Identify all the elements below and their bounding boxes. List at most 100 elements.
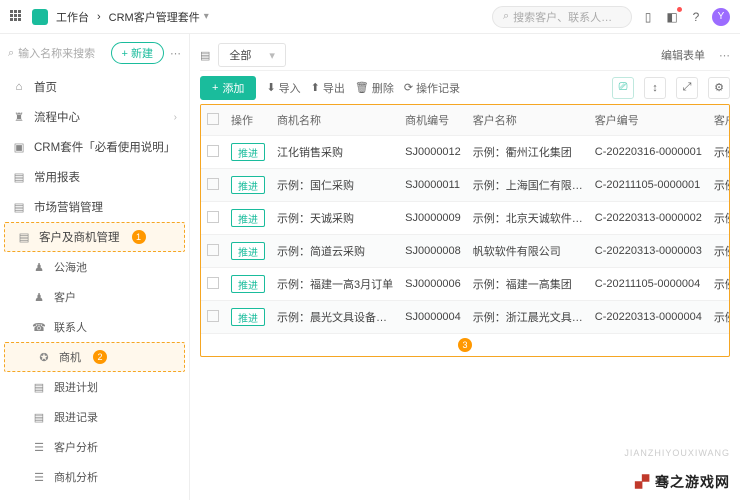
step-badge: 2: [93, 350, 107, 364]
nav-icon: ⌂: [12, 81, 26, 93]
chevron-down-icon: ▾: [269, 49, 275, 62]
cell-contact[interactable]: 示例：王立: [708, 235, 730, 268]
cell-code: SJ0000011: [399, 169, 467, 202]
cell-name[interactable]: 示例：福建一高3月订单: [271, 268, 399, 301]
cell-contact[interactable]: 示例：赵仁民: [708, 136, 730, 169]
import-button[interactable]: ⬇导入: [266, 80, 300, 96]
column-header[interactable]: 客户名称: [467, 105, 589, 136]
workspace-label[interactable]: 工作台: [56, 9, 89, 25]
global-search-input[interactable]: ⌕ 搜索客户、联系人…: [492, 6, 632, 28]
nav-icon: ♟: [32, 291, 46, 304]
chevron-down-icon[interactable]: ▾: [204, 11, 209, 22]
new-button[interactable]: + 新建: [111, 42, 164, 64]
sidebar-item[interactable]: ▤客户及商机管理1: [4, 222, 185, 252]
column-header[interactable]: [201, 105, 225, 136]
push-button[interactable]: 推进: [231, 143, 265, 161]
push-button[interactable]: 推进: [231, 275, 265, 293]
cell-name[interactable]: 江化销售采购: [271, 136, 399, 169]
nav-label: 客户分析: [54, 439, 98, 455]
cell-customer[interactable]: 示例：浙江晨光文具…: [467, 301, 589, 334]
sidebar-item[interactable]: ✪商机2: [4, 342, 185, 372]
table-row: 推进 示例：晨光文具设备… SJ0000004 示例：浙江晨光文具… C-202…: [201, 301, 730, 334]
sidebar-item[interactable]: ▤跟进计划: [0, 372, 189, 402]
view-selector[interactable]: 全部 ▾: [218, 43, 286, 67]
sidebar-item[interactable]: ▤产品报价管理: [0, 492, 189, 500]
bell-icon[interactable]: ◧: [664, 9, 680, 25]
sidebar-item[interactable]: ⌂ 首页: [0, 72, 189, 102]
settings-icon[interactable]: ⚙: [708, 77, 730, 99]
book-icon[interactable]: ▯: [640, 9, 656, 25]
avatar[interactable]: Y: [712, 8, 730, 26]
delete-button[interactable]: 🗑删除: [355, 80, 394, 96]
cell-name[interactable]: 示例：晨光文具设备…: [271, 301, 399, 334]
cell-customer[interactable]: 帆软软件有限公司: [467, 235, 589, 268]
column-header[interactable]: 客户联系人: [708, 105, 730, 136]
row-checkbox[interactable]: [207, 310, 219, 322]
column-header[interactable]: 商机名称: [271, 105, 399, 136]
cell-contact[interactable]: 示例：王倩: [708, 169, 730, 202]
column-header[interactable]: 客户编号: [589, 105, 708, 136]
push-button[interactable]: 推进: [231, 242, 265, 260]
cell-customer-code: C-20220313-0000002: [589, 202, 708, 235]
column-header[interactable]: 操作: [225, 105, 271, 136]
sidebar-item[interactable]: ♟ 客户: [0, 282, 189, 312]
row-checkbox[interactable]: [207, 145, 219, 157]
download-icon: ⬇: [266, 81, 275, 94]
more-icon[interactable]: ⋯: [719, 49, 730, 62]
expand-icon[interactable]: ⤢: [676, 77, 698, 99]
help-icon[interactable]: ?: [688, 9, 704, 25]
upload-icon: ⬆: [311, 81, 320, 94]
filter-icon[interactable]: ⎚: [612, 77, 634, 99]
app-name[interactable]: CRM客户管理套件: [109, 9, 200, 25]
cell-customer-code: C-20211105-0000001: [589, 169, 708, 202]
column-header[interactable]: 商机编号: [399, 105, 467, 136]
cell-customer[interactable]: 示例：衢州江化集团: [467, 136, 589, 169]
more-icon[interactable]: ⋯: [170, 47, 181, 60]
push-button[interactable]: 推进: [231, 209, 265, 227]
nav-label: 首页: [34, 79, 57, 95]
list-icon[interactable]: ▤: [200, 49, 210, 62]
checkbox-all[interactable]: [207, 113, 219, 125]
apps-icon[interactable]: [10, 10, 24, 24]
row-checkbox[interactable]: [207, 277, 219, 289]
sidebar-item[interactable]: ▤常用报表: [0, 162, 189, 192]
clock-icon: ⟳: [404, 81, 413, 94]
row-checkbox[interactable]: [207, 211, 219, 223]
sidebar-item[interactable]: ▤跟进记录: [0, 402, 189, 432]
sidebar-item[interactable]: ☰客户分析: [0, 432, 189, 462]
cell-name[interactable]: 示例：国仁采购: [271, 169, 399, 202]
nav-label: 客户: [54, 289, 76, 305]
cell-name[interactable]: 示例：天诚采购: [271, 202, 399, 235]
add-button[interactable]: +添加: [200, 76, 256, 100]
sidebar-search-input[interactable]: ⌕ 输入名称来搜索: [8, 42, 105, 64]
sidebar-item[interactable]: ▤市场营销管理: [0, 192, 189, 222]
cell-contact[interactable]: 示例：李清海: [708, 202, 730, 235]
push-button[interactable]: 推进: [231, 308, 265, 326]
cell-code: SJ0000009: [399, 202, 467, 235]
cell-customer[interactable]: 示例：上海国仁有限…: [467, 169, 589, 202]
sidebar-item[interactable]: ♜流程中心›: [0, 102, 189, 132]
sidebar-item[interactable]: ☎ 联系人: [0, 312, 189, 342]
history-button[interactable]: ⟳操作记录: [404, 80, 460, 96]
nav-icon: ☎: [32, 321, 46, 334]
cell-contact[interactable]: 示例：王宁: [708, 268, 730, 301]
sidebar-item[interactable]: ▣CRM套件「必看使用说明」: [0, 132, 189, 162]
row-checkbox[interactable]: [207, 178, 219, 190]
cell-name[interactable]: 示例：简道云采购: [271, 235, 399, 268]
search-icon: ⌕: [8, 47, 14, 60]
nav-icon: ▤: [17, 230, 31, 244]
nav-label: 商机: [59, 349, 81, 365]
sidebar-search-placeholder: 输入名称来搜索: [18, 45, 95, 61]
cell-contact[interactable]: 示例：刘晨: [708, 301, 730, 334]
cell-customer[interactable]: 示例：福建一高集团: [467, 268, 589, 301]
nav-label: 联系人: [54, 319, 87, 335]
cell-customer[interactable]: 示例：北京天诚软件…: [467, 202, 589, 235]
row-checkbox[interactable]: [207, 244, 219, 256]
edit-form-link[interactable]: 编辑表单: [655, 45, 711, 65]
push-button[interactable]: 推进: [231, 176, 265, 194]
sort-icon[interactable]: ↕: [644, 77, 666, 99]
nav-icon: ☰: [32, 471, 46, 484]
export-button[interactable]: ⬆导出: [311, 80, 345, 96]
sidebar-item[interactable]: ☰商机分析: [0, 462, 189, 492]
sidebar-item[interactable]: ♟公海池: [0, 252, 189, 282]
